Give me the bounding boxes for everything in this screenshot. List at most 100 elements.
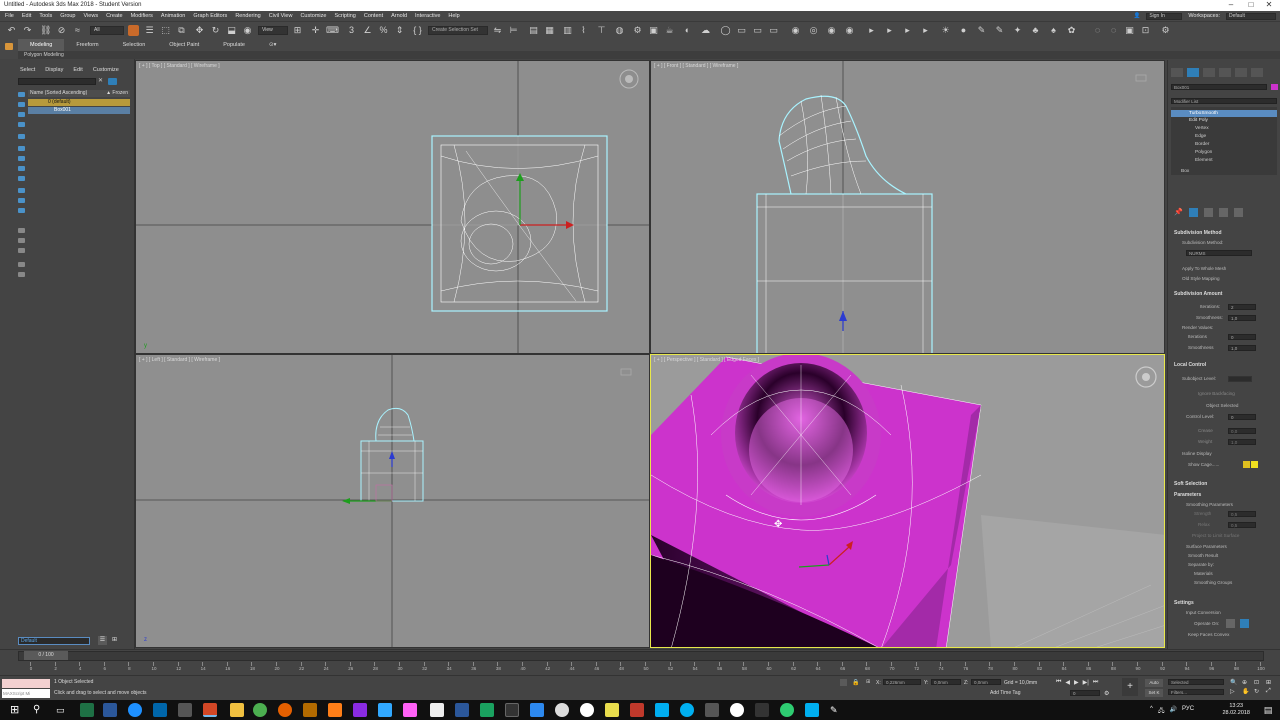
tool-icon-9[interactable]: ▣ [1124, 25, 1135, 36]
stack-item-element[interactable]: Element [1195, 158, 1213, 163]
menu-modifiers[interactable]: Modifiers [131, 11, 153, 21]
sphere-icon[interactable]: ● [958, 25, 969, 36]
selection-filter-dropdown[interactable]: All [90, 26, 124, 35]
stack-item-edge[interactable]: Edge [1195, 134, 1206, 139]
remove-modifier-icon[interactable] [1219, 208, 1228, 217]
app-icon-5[interactable] [530, 703, 544, 717]
task-view-icon[interactable]: ▭ [56, 703, 70, 717]
strip-icon-15[interactable] [18, 248, 25, 253]
select-object-icon[interactable] [128, 25, 139, 36]
premiere-icon[interactable] [353, 703, 367, 717]
layer-explorer-icon[interactable]: ▦ [544, 25, 555, 36]
section-soft-selection[interactable]: Soft Selection [1174, 481, 1207, 487]
maxscript-listener-input[interactable] [2, 679, 50, 688]
menu-views[interactable]: Views [84, 11, 99, 21]
isolate-selection-icon[interactable] [840, 679, 847, 686]
tray-chevron-icon[interactable]: ^ [1150, 706, 1153, 716]
ribbon-sub-label[interactable]: Polygon Modeling [24, 52, 64, 58]
interactive-icon-3[interactable]: ▸ [902, 25, 913, 36]
keyboard-language[interactable]: РУС [1182, 706, 1194, 716]
render-smoothness-checkbox[interactable]: Smoothness [1188, 345, 1214, 350]
schematic-view-icon[interactable]: ⊤ [596, 25, 607, 36]
zoom-all-icon[interactable]: ⊕ [1242, 679, 1252, 686]
mirror-icon[interactable]: ⇋ [492, 25, 503, 36]
app-icon-9[interactable] [630, 703, 644, 717]
time-slider-track[interactable] [18, 651, 1264, 661]
menu-content[interactable]: Content [364, 11, 383, 21]
z-coordinate-field[interactable]: 0,0mm [971, 679, 1001, 685]
menu-graph-editors[interactable]: Graph Editors [193, 11, 227, 21]
explorer-row-box001[interactable]: Box001 [28, 107, 130, 114]
select-move-icon[interactable]: ✥ [194, 25, 205, 36]
utilities-tab-icon[interactable] [1251, 68, 1263, 77]
render-icon[interactable]: ☕ [664, 25, 675, 36]
orbit-icon[interactable]: ↻ [1254, 688, 1264, 695]
strip-icon-14[interactable] [18, 238, 25, 243]
workspace-dropdown[interactable]: Default [1226, 13, 1276, 20]
app-icon-13[interactable] [730, 703, 744, 717]
pen-icon[interactable]: ✎ [830, 703, 844, 717]
angle-snap-icon[interactable]: ∠ [362, 25, 373, 36]
volume-icon[interactable]: 🔊 [1170, 706, 1177, 716]
object-color-swatch[interactable] [1271, 84, 1278, 90]
app-icon-10[interactable] [655, 703, 669, 717]
rendered-frame-icon[interactable]: ▣ [648, 25, 659, 36]
selection-lock-icon[interactable]: 🔒 [852, 679, 859, 686]
tab-populate[interactable]: Populate [211, 39, 257, 51]
firefox-icon[interactable] [278, 703, 292, 717]
chrome-icon[interactable] [253, 703, 267, 717]
play-icon[interactable]: ▶ [1074, 679, 1079, 686]
stack-item-edit-poly[interactable]: Edit Poly [1189, 118, 1208, 123]
previous-frame-icon[interactable]: ◀ [1065, 679, 1070, 686]
explorer-search-input[interactable] [18, 78, 96, 85]
go-to-end-icon[interactable]: ⏭ [1093, 679, 1098, 686]
menu-customize[interactable]: Customize [300, 11, 326, 21]
start-icon[interactable]: ⊞ [10, 703, 24, 717]
tab-selection[interactable]: Selection [111, 39, 158, 51]
menu-scripting[interactable]: Scripting [334, 11, 355, 21]
network-icon[interactable]: 🖧 [1158, 706, 1165, 716]
create-panel-icon[interactable] [5, 43, 13, 50]
time-config-icon[interactable]: ⚙ [1104, 690, 1109, 697]
viewport-label[interactable]: [ + ] [ Left ] [ Standard ] [ Wireframe … [139, 357, 220, 363]
app-icon-6[interactable] [555, 703, 569, 717]
viewport-top[interactable]: [ + ] [ Top ] [ Standard ] [ Wireframe ]… [135, 60, 650, 354]
app-icon-4[interactable] [505, 703, 519, 717]
photoshop-icon[interactable] [378, 703, 392, 717]
manipulate-icon[interactable]: ✛ [310, 25, 321, 36]
operate-on-triangles-icon[interactable] [1226, 619, 1235, 628]
strip-icon-12[interactable] [18, 208, 25, 213]
light-icon-1[interactable]: ◉ [790, 25, 801, 36]
tool-icon-7[interactable]: ◌ [1092, 25, 1103, 36]
strength-spinner[interactable]: 0,5 [1228, 511, 1256, 517]
modifier-list-dropdown[interactable]: Modifier List [1171, 98, 1277, 104]
control-level-spinner[interactable]: 0 [1228, 414, 1256, 420]
select-scale-icon[interactable]: ⬓ [226, 25, 237, 36]
tab-object-paint[interactable]: Object Paint [157, 39, 211, 51]
viewport-label[interactable]: [ + ] [ Top ] [ Standard ] [ Wireframe ] [139, 63, 220, 69]
viewport-left[interactable]: [ + ] [ Left ] [ Standard ] [ Wireframe … [135, 354, 650, 648]
strip-icon-8[interactable] [18, 166, 25, 171]
isoline-display-checkbox[interactable]: Isoline Display [1182, 451, 1212, 456]
menu-civil-view[interactable]: Civil View [269, 11, 293, 21]
show-end-result-icon[interactable] [1189, 208, 1198, 217]
app-icon-11[interactable] [680, 703, 694, 717]
render-smoothness-spinner[interactable]: 1,0 [1228, 345, 1256, 351]
hierarchy-tab-icon[interactable] [1203, 68, 1215, 77]
time-slider-handle[interactable]: 0 / 100 [24, 651, 68, 660]
reference-coord-dropdown[interactable]: View [258, 26, 288, 35]
menu-tools[interactable]: Tools [39, 11, 52, 21]
outlook-icon[interactable] [153, 703, 167, 717]
close-button[interactable]: ✕ [1260, 0, 1278, 11]
tool-icon-2[interactable]: ✎ [994, 25, 1005, 36]
minimize-button[interactable]: – [1222, 0, 1240, 11]
unlink-icon[interactable]: ⊘ [56, 25, 67, 36]
abs-mode-icon[interactable]: ⊞ [866, 679, 870, 685]
motion-tab-icon[interactable] [1219, 68, 1231, 77]
strip-icon-11[interactable] [18, 198, 25, 203]
strip-icon-3[interactable] [18, 112, 25, 117]
section-subdivision-method[interactable]: Subdivision Method [1174, 230, 1222, 236]
arnold-icon-4[interactable]: ▭ [768, 25, 779, 36]
user-icon[interactable]: 👤 [1133, 11, 1140, 21]
pivot-icon[interactable]: ⊞ [292, 25, 303, 36]
